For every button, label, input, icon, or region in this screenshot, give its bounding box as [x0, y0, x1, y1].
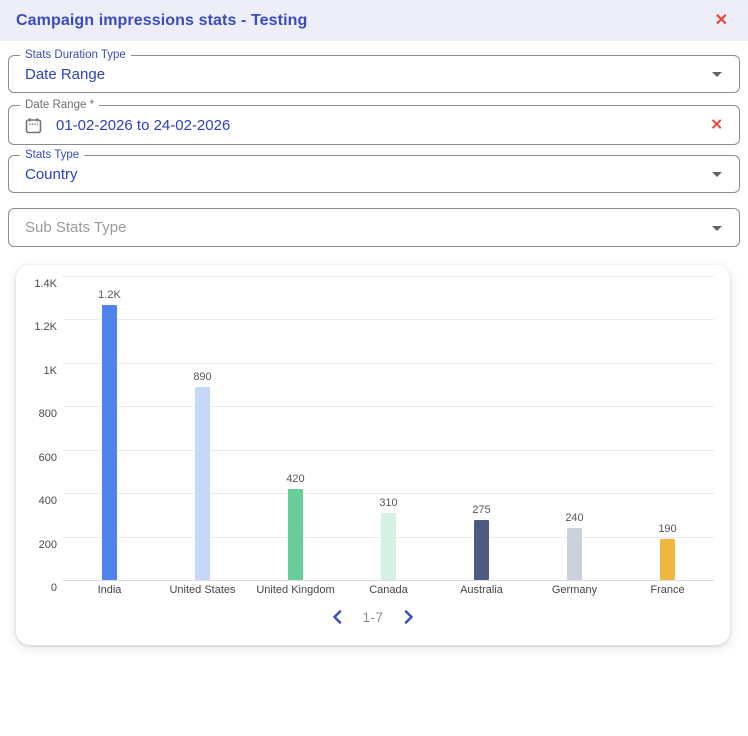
bar-value-label: 275	[472, 504, 491, 516]
bar-germany[interactable]	[567, 528, 582, 580]
y-axis-tick-label: 200	[38, 538, 57, 551]
bar-france[interactable]	[660, 539, 675, 580]
gridline	[63, 580, 714, 581]
stats-duration-type-value: Date Range	[25, 65, 106, 83]
chevron-down-icon[interactable]	[712, 72, 722, 77]
gridline	[63, 406, 714, 408]
x-axis-category-label: United States	[169, 584, 236, 596]
y-axis-tick-label: 400	[38, 495, 57, 508]
close-icon[interactable]: ✕	[715, 12, 728, 29]
bar-value-label: 890	[193, 371, 212, 383]
modal-header: Campaign impressions stats - Testing ✕	[0, 0, 748, 41]
bar-australia[interactable]	[474, 520, 489, 580]
chart-pagination: 1-7	[16, 605, 730, 629]
bar-value-label: 190	[658, 523, 677, 535]
x-axis-category-label: India	[97, 584, 122, 596]
calendar-icon[interactable]	[25, 117, 42, 134]
x-axis-category-label: United Kingdom	[256, 584, 335, 596]
chevron-down-icon[interactable]	[712, 172, 722, 177]
stats-type-select[interactable]: Stats Type Country	[8, 149, 740, 193]
y-axis-tick-label: 1K	[43, 364, 57, 377]
bar-united-kingdom[interactable]	[288, 489, 303, 580]
clear-date-icon[interactable]: ✕	[710, 118, 723, 133]
bar-value-label: 240	[565, 512, 584, 524]
chevron-down-icon[interactable]	[712, 225, 722, 231]
date-range-label: Date Range *	[20, 99, 100, 112]
x-axis-category-label: Germany	[551, 584, 598, 596]
y-axis-tick-label: 600	[38, 451, 57, 464]
bar-value-label: 1.2K	[98, 289, 121, 301]
gridline	[63, 362, 714, 364]
chart-card: 1.4K 1.2K 1K 800 600 400 200 0 1.2K India 890 Unite…	[16, 265, 730, 645]
chevron-right-icon[interactable]	[404, 610, 414, 624]
y-axis-tick-label: 800	[38, 408, 57, 421]
bar-value-label: 310	[379, 497, 398, 509]
stats-type-label: Stats Type	[20, 149, 85, 162]
date-range-field[interactable]: Date Range * 01-02-2026 to 24-02-2026 ✕	[8, 99, 740, 145]
chevron-left-icon[interactable]	[332, 610, 342, 624]
modal-title: Campaign impressions stats - Testing	[16, 11, 308, 29]
stats-form: Stats Duration Type Date Range Date Rang…	[0, 41, 748, 247]
sub-stats-type-select[interactable]: Sub Stats Type	[8, 208, 740, 247]
gridline	[63, 276, 714, 277]
y-axis-tick-label: 1.4K	[34, 278, 57, 290]
gridline	[63, 449, 714, 451]
page-range-label: 1-7	[362, 609, 384, 625]
modal-page: { "header": { "title": "Campaign impress…	[0, 0, 748, 736]
bar-india[interactable]	[102, 305, 117, 580]
gridline	[63, 493, 714, 495]
stats-type-value: Country	[25, 165, 78, 183]
sub-stats-type-placeholder: Sub Stats Type	[25, 219, 127, 236]
x-axis-category-label: Canada	[369, 584, 408, 596]
bar-united-states[interactable]	[195, 387, 210, 580]
gridline	[63, 319, 714, 321]
stats-duration-type-select[interactable]: Stats Duration Type Date Range	[8, 49, 740, 93]
y-axis-tick-label: 0	[50, 582, 57, 594]
date-range-value: 01-02-2026 to 24-02-2026	[56, 116, 231, 134]
stats-duration-type-label: Stats Duration Type	[20, 49, 131, 62]
y-axis-tick-label: 1.2K	[34, 321, 57, 334]
bar-value-label: 420	[286, 473, 305, 485]
bar-canada[interactable]	[381, 513, 396, 580]
x-axis-category-label: France	[650, 584, 685, 596]
x-axis-category-label: Australia	[460, 584, 503, 596]
plot-area: 1.4K 1.2K 1K 800 600 400 200 0 1.2K India 890 Unite…	[34, 276, 714, 596]
